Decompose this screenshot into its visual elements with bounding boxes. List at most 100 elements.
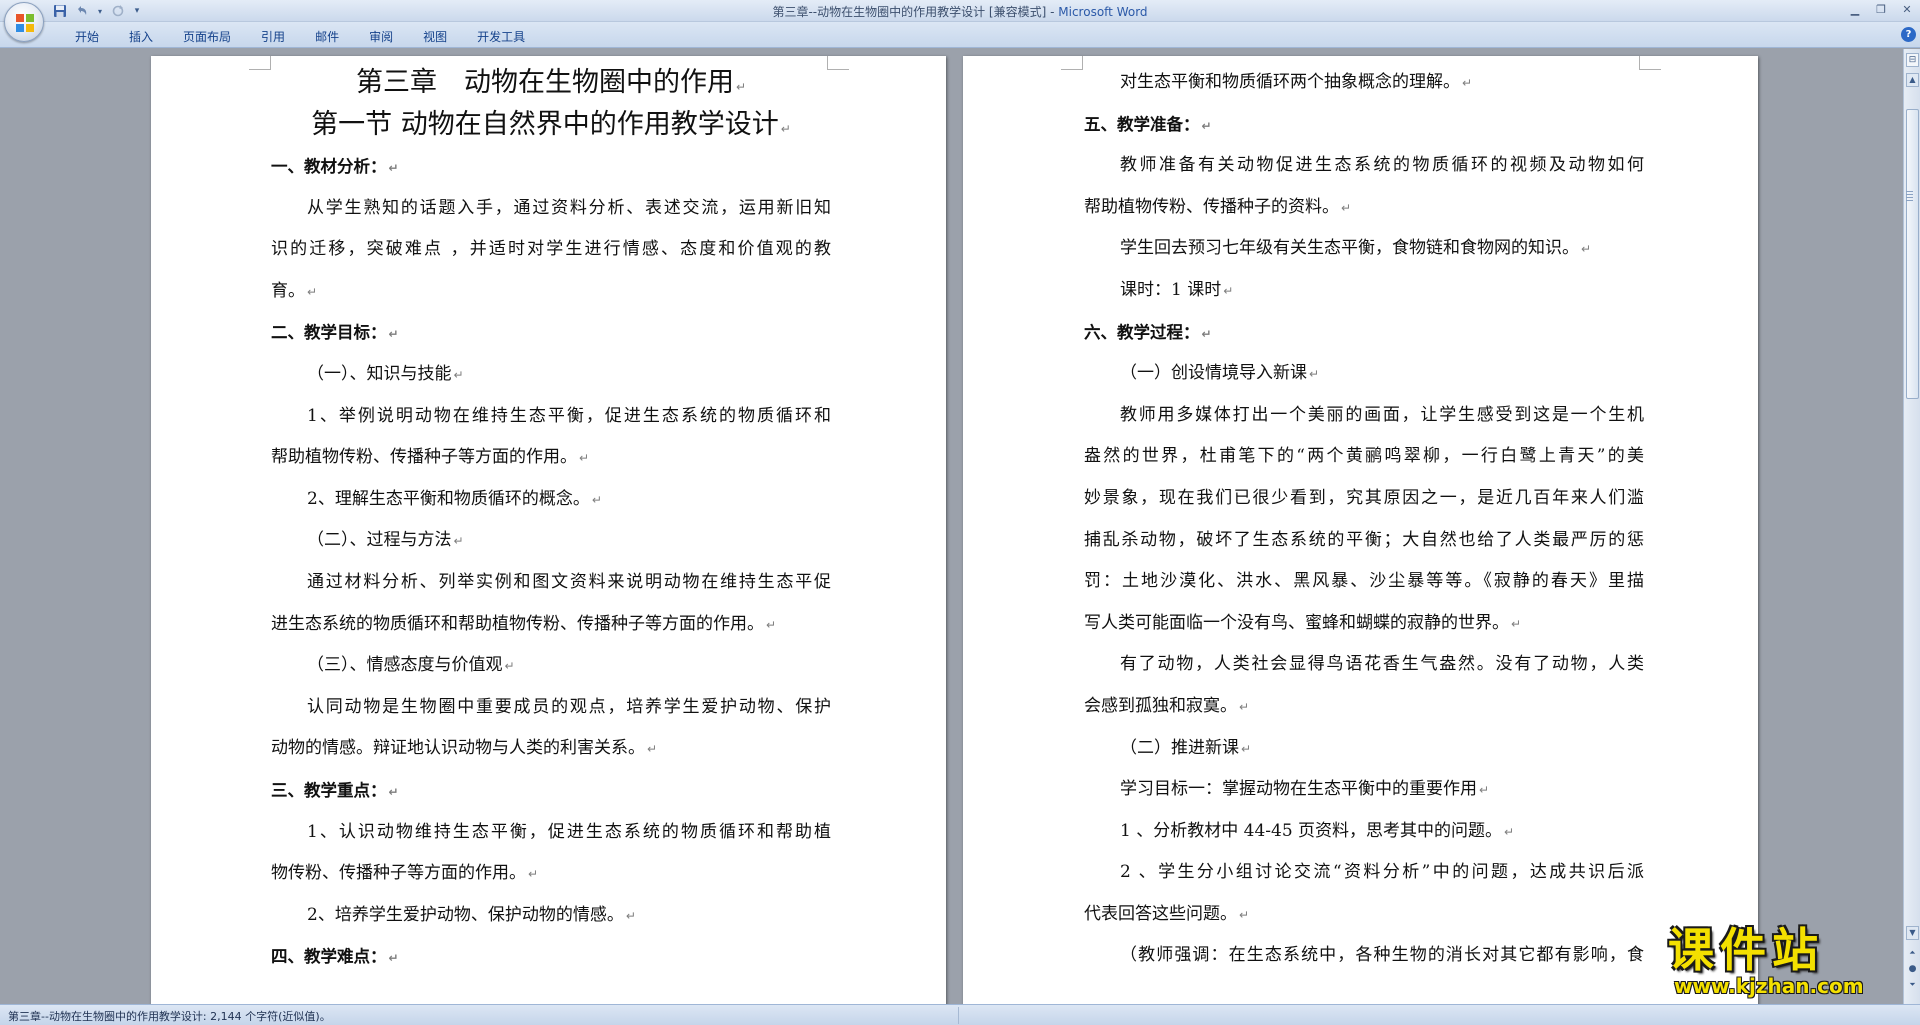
document-name: 第三章--动物在生物圈中的作用教学设计 [兼容模式]	[772, 5, 1047, 19]
page-right: 对生态平衡和物质循环两个抽象概念的理解。 ↵ 五、教学准备： ↵ 教师准备有关动物促进生…	[963, 56, 1758, 1004]
scroll-thumb[interactable]	[1906, 109, 1919, 399]
paragraph-line: 物传粉、传播种子等方面的作用。 ↵	[271, 853, 831, 895]
tab-mailings[interactable]: 邮件	[300, 26, 354, 47]
paragraph-line: 通过材料分析、列举实例和图文资料来说明动物在维持生态平促	[271, 562, 831, 604]
paragraph-mark-icon: ↵	[1201, 326, 1212, 341]
page-left-text[interactable]: 第三章 动物在生物圈中的作用 ↵ 第一节 动物在自然界中的作用教学设计 ↵ 一、教材分析…	[271, 62, 831, 978]
line-text: 1、举例说明动物在维持生态平衡，促进生态系统的物质循环和	[307, 405, 831, 426]
paragraph-mark-icon: ↵	[1581, 242, 1592, 257]
paragraph-mark-icon: ↵	[766, 617, 777, 632]
select-browse-object-icon[interactable]: ●	[1906, 962, 1919, 976]
line-text: 盎然的世界，杜甫笔下的“两个黄鹂鸣翠柳，一行白鹭上青天”的美	[1084, 446, 1644, 467]
line-text: 三、教学重点：	[271, 780, 387, 800]
window-controls: ▁ ❐ ✕	[1842, 0, 1920, 20]
tab-page-layout[interactable]: 页面布局	[168, 26, 246, 47]
line-text: 四、教学难点：	[271, 947, 387, 967]
minimize-icon[interactable]: ▁	[1842, 0, 1868, 18]
restore-icon[interactable]: ❐	[1868, 0, 1894, 18]
previous-page-icon[interactable]: ⏶	[1906, 946, 1919, 960]
line-text: 有了动物，人类社会显得鸟语花香生气盎然。没有了动物，人类	[1120, 654, 1644, 675]
view-ruler-icon[interactable]: ⊟	[1906, 53, 1919, 67]
tab-home[interactable]: 开始	[60, 26, 114, 47]
line-text: 二、教学目标：	[271, 323, 387, 343]
paragraph-mark-icon: ↵	[1341, 200, 1352, 215]
line-text: （一）、知识与技能	[307, 363, 452, 384]
close-icon[interactable]: ✕	[1894, 0, 1920, 18]
paragraph-line: 妙景象，现在我们已很少看到，究其原因之一，是近几百年来人们滥	[1084, 478, 1644, 520]
section-heading: 五、教学准备： ↵	[1084, 104, 1644, 146]
paragraph-mark-icon: ↵	[735, 80, 747, 94]
paragraph-mark-icon: ↵	[1309, 367, 1320, 382]
document-title: 第三章 动物在生物圈中的作用 ↵	[271, 62, 831, 104]
section-heading: 一、教材分析： ↵	[271, 146, 831, 188]
line-text: 认同动物是生物圈中重要成员的观点，培养学生爱护动物、保护	[307, 696, 831, 717]
line-text: 写人类可能面临一个没有鸟、蜜蜂和蝴蝶的寂静的世界。	[1084, 612, 1509, 633]
paragraph-line: 教师用多媒体打出一个美丽的画面，让学生感受到这是一个生机	[1084, 395, 1644, 437]
paragraph-line: 学生回去预习七年级有关生态平衡，食物链和食物网的知识。 ↵	[1084, 228, 1644, 270]
paragraph-line: （一）、知识与技能 ↵	[271, 354, 831, 396]
paragraph-mark-icon: ↵	[388, 951, 399, 966]
paragraph-line: 动物的情感。辩证地认识动物与人类的利害关系。 ↵	[271, 728, 831, 770]
ribbon-tabs: 开始 插入 页面布局 引用 邮件 审阅 视图 开发工具	[60, 26, 540, 47]
line-text: 1 、分析教材中 44-45 页资料，思考其中的问题。	[1120, 820, 1503, 841]
line-text: 2、培养学生爱护动物、保护动物的情感。	[307, 904, 624, 925]
scroll-down-icon[interactable]: ▼	[1906, 926, 1919, 940]
line-text: 物传粉、传播种子等方面的作用。	[271, 863, 526, 884]
title-separator: -	[1046, 5, 1059, 19]
next-page-icon[interactable]: ⏷	[1906, 978, 1919, 992]
section-heading: 三、教学重点： ↵	[271, 770, 831, 812]
paragraph-mark-icon: ↵	[307, 284, 318, 299]
line-text: （一）创设情境导入新课	[1120, 363, 1307, 384]
line-text: 捕乱杀动物，破坏了生态系统的平衡；大自然也给了人类最严厉的惩	[1084, 529, 1644, 550]
paragraph-mark-icon: ↵	[579, 451, 590, 466]
paragraph-mark-icon: ↵	[1511, 616, 1522, 631]
paragraph-mark-icon: ↵	[647, 742, 658, 757]
paragraph-line: 罚：土地沙漠化、洪水、黑风暴、沙尘暴等等。《寂静的春天》里描	[1084, 561, 1644, 603]
page-right-text[interactable]: 对生态平衡和物质循环两个抽象概念的理解。 ↵ 五、教学准备： ↵ 教师准备有关动物促进生…	[1084, 62, 1644, 977]
section-heading: 六、教学过程： ↵	[1084, 312, 1644, 354]
watermark-title: 课件站	[1668, 923, 1824, 977]
watermark-logo: 课件站 www.kjzhan.com	[1668, 925, 1900, 1001]
application-name: Microsoft Word	[1058, 5, 1148, 19]
paragraph-line: （二）推进新课 ↵	[1084, 728, 1644, 770]
watermark-url: www.kjzhan.com	[1674, 974, 1864, 998]
paragraph-line: 从学生熟知的话题入手，通过资料分析、表述交流，运用新旧知	[271, 188, 831, 230]
page-left: 第三章 动物在生物圈中的作用 ↵ 第一节 动物在自然界中的作用教学设计 ↵ 一、教材分析…	[151, 56, 946, 1004]
line-text: 五、教学准备：	[1084, 114, 1200, 134]
tab-view[interactable]: 视图	[408, 26, 462, 47]
paragraph-line: 代表回答这些问题。 ↵	[1084, 894, 1644, 936]
help-icon[interactable]: ?	[1901, 27, 1916, 42]
tab-insert[interactable]: 插入	[114, 26, 168, 47]
paragraph-line: 帮助植物传粉、传播种子的资料。 ↵	[1084, 187, 1644, 229]
paragraph-line: 教师准备有关动物促进生态系统的物质循环的视频及动物如何	[1084, 145, 1644, 187]
line-text: 第一节 动物在自然界中的作用教学设计	[311, 109, 779, 140]
tab-references[interactable]: 引用	[246, 26, 300, 47]
vertical-scrollbar[interactable]: ⊟ ▲ ▼ ⏶ ● ⏷	[1903, 49, 1920, 1004]
line-text: （教师强调：在生态系统中，各种生物的消长对其它都有影响，食	[1120, 945, 1644, 966]
line-text: 六、教学过程：	[1084, 322, 1200, 342]
paragraph-line: 有了动物，人类社会显得鸟语花香生气盎然。没有了动物，人类	[1084, 644, 1644, 686]
paragraph-mark-icon: ↵	[453, 534, 464, 549]
paragraph-line: 对生态平衡和物质循环两个抽象概念的理解。 ↵	[1084, 62, 1644, 104]
tab-review[interactable]: 审阅	[354, 26, 408, 47]
line-text: 教师用多媒体打出一个美丽的画面，让学生感受到这是一个生机	[1120, 404, 1644, 425]
line-text: 代表回答这些问题。	[1084, 903, 1237, 924]
paragraph-line: 1 、分析教材中 44-45 页资料，思考其中的问题。 ↵	[1084, 811, 1644, 853]
section-heading: 二、教学目标： ↵	[271, 312, 831, 354]
line-text: 育。	[271, 280, 305, 301]
status-word-count[interactable]: 第三章--动物在生物圈中的作用教学设计: 2,144 个字符(近似值)。	[8, 1008, 331, 1024]
line-text: 一、教材分析：	[271, 157, 387, 176]
ribbon-tab-row: 开始 插入 页面布局 引用 邮件 审阅 视图 开发工具 ?	[0, 22, 1920, 48]
document-title: 第一节 动物在自然界中的作用教学设计 ↵	[271, 104, 831, 146]
paragraph-mark-icon: ↵	[504, 659, 515, 674]
paragraph-mark-icon: ↵	[453, 367, 464, 382]
tab-developer[interactable]: 开发工具	[462, 26, 540, 47]
paragraph-line: 进生态系统的物质循环和帮助植物传粉、传播种子等方面的作用。 ↵	[271, 604, 831, 646]
line-text: （三）、情感态度与价值观	[307, 655, 503, 676]
scroll-up-icon[interactable]: ▲	[1906, 73, 1919, 87]
line-text: 进生态系统的物质循环和帮助植物传粉、传播种子等方面的作用。	[271, 613, 764, 634]
office-button[interactable]	[4, 2, 44, 42]
paragraph-mark-icon: ↵	[1223, 283, 1234, 298]
paragraph-line: 2 、学生分小组讨论交流“资料分析”中的问题，达成共识后派	[1084, 852, 1644, 894]
paragraph-line: （三）、情感态度与价值观 ↵	[271, 645, 831, 687]
